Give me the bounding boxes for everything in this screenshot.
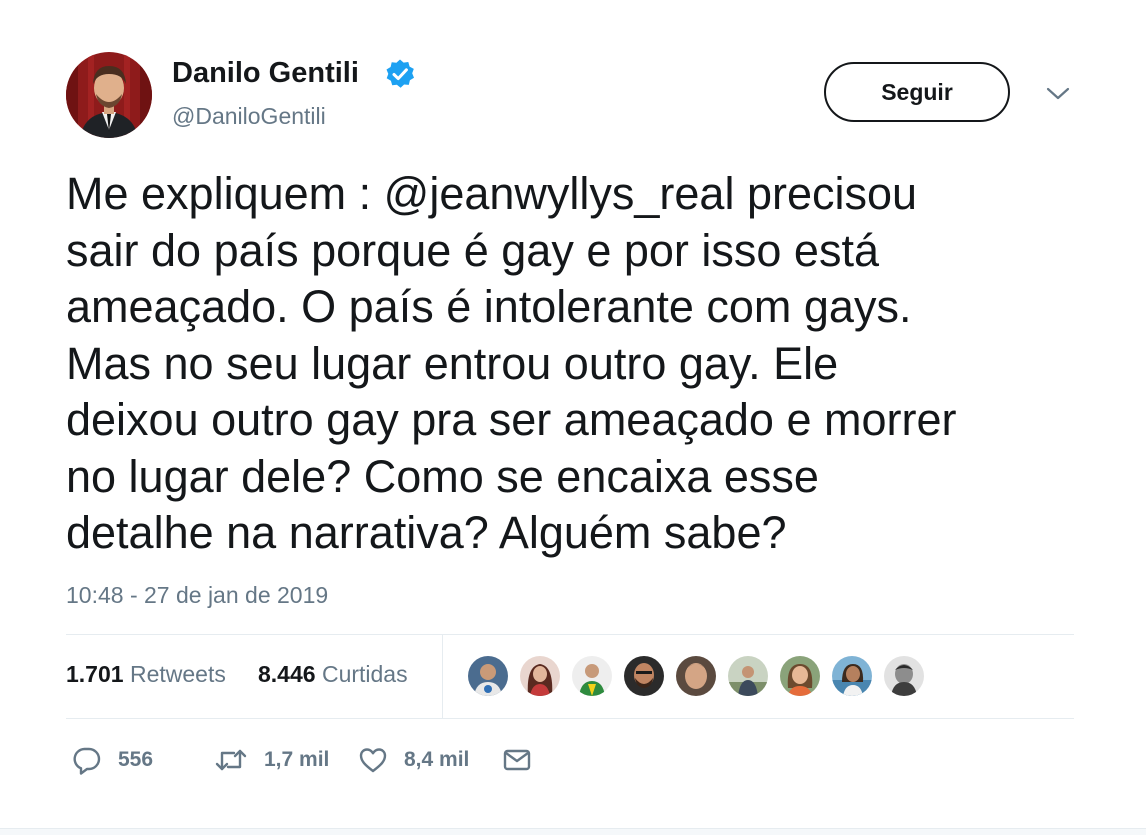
follow-button[interactable]: Seguir [824, 62, 1010, 122]
like-count: 8,4 mil [404, 748, 470, 771]
tweet-card: Danilo Gentili @DaniloGentili Seguir Me … [0, 0, 1146, 835]
likes-count: 8.446 [258, 661, 316, 687]
tweet-text-line: ameaçado. O país é intolerante com gays. [66, 281, 912, 332]
reply-icon [73, 747, 101, 775]
divider [66, 718, 1074, 719]
reply-count: 556 [118, 748, 154, 771]
envelope-icon [503, 749, 531, 771]
likes-stat[interactable]: 8.446 Curtidas [258, 660, 408, 688]
author-handle[interactable]: @DaniloGentili [172, 102, 326, 130]
liker-avatar[interactable] [674, 654, 718, 698]
retweet-action[interactable]: 1,7 mil [214, 742, 329, 778]
tweet-text: Me expliquem : @jeanwyllys_real precisou… [66, 166, 1076, 562]
retweets-stat[interactable]: 1.701 Retweets [66, 660, 226, 688]
direct-message-action[interactable] [502, 742, 532, 778]
divider [66, 634, 1074, 635]
heart-icon [359, 748, 387, 773]
retweet-icon [215, 749, 247, 771]
liker-avatar[interactable] [830, 654, 874, 698]
liker-avatar[interactable] [778, 654, 822, 698]
tweet-timestamp[interactable]: 10:48 - 27 de jan de 2019 [66, 581, 328, 609]
liker-avatar[interactable] [726, 654, 770, 698]
reply-action[interactable]: 556 [72, 742, 153, 778]
liker-avatar[interactable] [466, 654, 510, 698]
verified-badge-icon [384, 58, 416, 90]
liker-avatar[interactable] [518, 654, 562, 698]
liker-avatar[interactable] [882, 654, 926, 698]
likes-label: Curtidas [321, 661, 408, 687]
chevron-down-icon[interactable] [1044, 84, 1072, 104]
liker-avatar[interactable] [570, 654, 614, 698]
divider [442, 634, 443, 719]
retweets-label: Retweets [129, 661, 226, 687]
tweet-text-line: sair do país porque é gay e por isso est… [66, 224, 879, 276]
tweet-text-line: Me expliquem : @jeanwyllys_real precisou [66, 168, 918, 219]
like-action[interactable]: 8,4 mil [358, 742, 469, 778]
tweet-text-line: no lugar dele? Como se encaixa esse [66, 450, 819, 502]
tweet-text-line: detalhe na narrativa? Alguém sabe? [66, 507, 787, 558]
author-avatar[interactable] [66, 52, 152, 138]
retweet-count: 1,7 mil [264, 748, 330, 771]
author-name[interactable]: Danilo Gentili [172, 56, 359, 90]
liker-avatar[interactable] [622, 654, 666, 698]
tweet-text-line: Mas no seu lugar entrou outro gay. Ele [66, 337, 839, 389]
tweet-text-line: deixou outro gay pra ser ameaçado e morr… [66, 394, 957, 445]
retweets-count: 1.701 [66, 661, 124, 687]
